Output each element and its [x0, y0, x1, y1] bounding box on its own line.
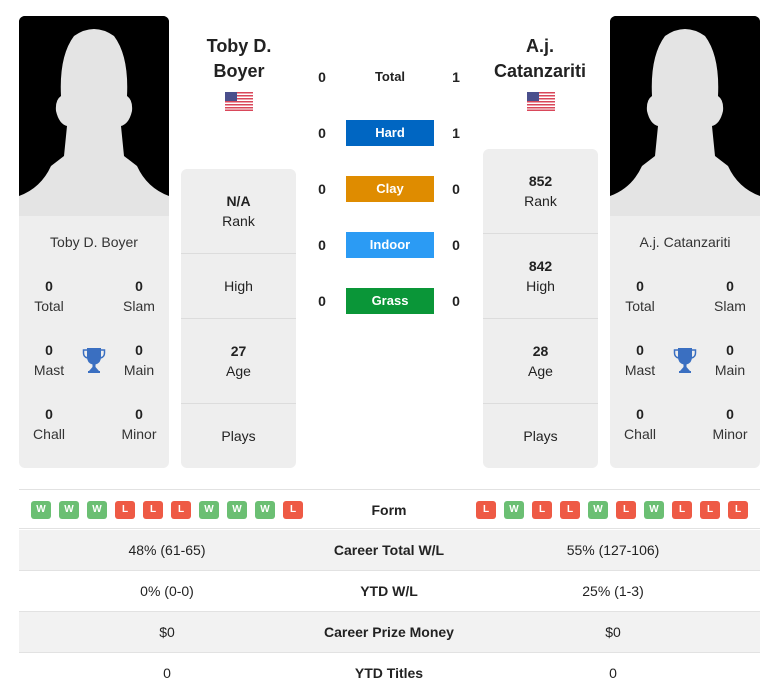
h2h-row-grass: 0 Grass 0 — [300, 288, 480, 314]
form-loss-badge[interactable]: L — [532, 501, 552, 519]
form-loss-badge[interactable]: L — [476, 501, 496, 519]
titles-slam: 0 Slam — [714, 278, 746, 314]
titles-total: 0 Total — [625, 278, 655, 314]
form-loss-badge[interactable]: L — [115, 501, 135, 519]
form-loss-badge[interactable]: L — [560, 501, 580, 519]
high-cell: 842 High — [483, 233, 598, 318]
form-win-badge[interactable]: W — [227, 501, 247, 519]
titles-main: 0 Main — [123, 342, 155, 378]
silhouette-icon — [610, 16, 760, 216]
titles-mast: 0 Mast — [624, 342, 656, 378]
us-flag-icon — [527, 92, 555, 111]
h2h-row-hard: 0 Hard 1 — [300, 120, 480, 146]
form-loss-badge[interactable]: L — [728, 501, 748, 519]
high-cell: High — [181, 253, 296, 318]
age-cell: 27 Age — [181, 318, 296, 403]
surface-indoor-badge[interactable]: Indoor — [346, 232, 434, 258]
titles-total: 0 Total — [34, 278, 64, 314]
us-flag-icon — [225, 92, 253, 111]
form-win-badge[interactable]: W — [588, 501, 608, 519]
player-right-card: A.j. Catanzariti 0 Total 0 Slam 0 Mast 0 Mai… — [610, 216, 760, 468]
titles-main: 0 Main — [714, 342, 746, 378]
stat-row-ytd-wl: 0% (0-0) YTD W/L 25% (1-3) — [19, 571, 760, 612]
trophy-icon — [82, 348, 106, 373]
rank-cell: N/A Rank — [222, 193, 255, 229]
player-right-photo — [610, 16, 760, 216]
plays-cell: Plays — [181, 403, 296, 468]
form-loss-badge[interactable]: L — [672, 501, 692, 519]
player-left-form: WWWLLLWWWL — [31, 501, 303, 519]
trophy-icon — [673, 348, 697, 373]
player-left-photo — [19, 16, 169, 216]
form-loss-badge[interactable]: L — [616, 501, 636, 519]
plays-cell: Plays — [483, 403, 598, 468]
form-win-badge[interactable]: W — [199, 501, 219, 519]
form-win-badge[interactable]: W — [504, 501, 524, 519]
surface-total-label: Total — [374, 69, 406, 84]
player-left-heading[interactable]: Toby D. Boyer — [169, 34, 309, 84]
form-loss-badge[interactable]: L — [283, 501, 303, 519]
form-win-badge[interactable]: W — [255, 501, 275, 519]
form-row: WWWLLLWWWL Form LWLLWLWLLL — [19, 489, 760, 529]
surface-hard-badge[interactable]: Hard — [346, 120, 434, 146]
h2h-row-indoor: 0 Indoor 0 — [300, 232, 480, 258]
rank-cell: 852 Rank — [524, 173, 557, 209]
form-win-badge[interactable]: W — [644, 501, 664, 519]
form-win-badge[interactable]: W — [87, 501, 107, 519]
form-loss-badge[interactable]: L — [171, 501, 191, 519]
player-left-info: N/A Rank High 27 Age Plays — [181, 169, 296, 468]
stat-row-prize-money: $0 Career Prize Money $0 — [19, 612, 760, 653]
h2h-row-clay: 0 Clay 0 — [300, 176, 480, 202]
stat-row-career-wl: 48% (61-65) Career Total W/L 55% (127-10… — [19, 530, 760, 571]
player-left-name[interactable]: Toby D. Boyer — [19, 234, 169, 250]
form-win-badge[interactable]: W — [59, 501, 79, 519]
titles-minor: 0 Minor — [121, 406, 157, 442]
titles-chall: 0 Chall — [33, 406, 65, 442]
form-loss-badge[interactable]: L — [143, 501, 163, 519]
form-win-badge[interactable]: W — [31, 501, 51, 519]
player-right-heading[interactable]: A.j. Catanzariti — [470, 34, 610, 84]
titles-minor: 0 Minor — [712, 406, 748, 442]
silhouette-icon — [19, 16, 169, 216]
titles-mast: 0 Mast — [33, 342, 65, 378]
form-loss-badge[interactable]: L — [700, 501, 720, 519]
stat-row-ytd-titles: 0 YTD Titles 0 — [163, 665, 617, 681]
titles-chall: 0 Chall — [624, 406, 656, 442]
player-right-form: LWLLWLWLLL — [476, 501, 748, 519]
h2h-row-total: 0 Total 1 — [300, 64, 480, 90]
form-label: Form — [371, 502, 407, 518]
titles-slam: 0 Slam — [123, 278, 155, 314]
player-left-card: Toby D. Boyer 0 Total 0 Slam 0 Mast 0 Main 0… — [19, 216, 169, 468]
age-cell: 28 Age — [483, 318, 598, 403]
surface-grass-badge[interactable]: Grass — [346, 288, 434, 314]
player-right-info: 852 Rank 842 High 28 Age Plays — [483, 149, 598, 468]
player-right-name[interactable]: A.j. Catanzariti — [610, 234, 760, 250]
surface-clay-badge[interactable]: Clay — [346, 176, 434, 202]
